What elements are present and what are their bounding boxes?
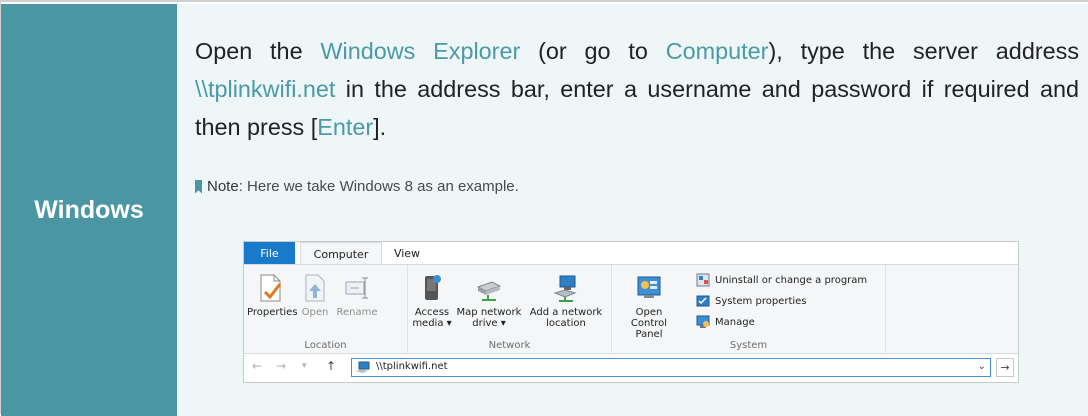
os-label: Windows [34, 195, 144, 224]
forward-button[interactable]: → [276, 359, 286, 373]
programs-icon [696, 273, 710, 287]
server-address-term: \\tplinkwifi.net [195, 76, 336, 102]
tab-view[interactable]: View [384, 242, 430, 265]
uninstall-program-button[interactable]: Uninstall or change a program [696, 273, 867, 287]
windows-explorer-term: Windows Explorer [320, 38, 521, 64]
note-label: Note [207, 178, 239, 195]
add-network-location-label: Add a network [529, 307, 603, 318]
rename-button[interactable]: Rename [335, 273, 379, 318]
instruction-table: Windows Open the Windows Explorer (or go… [0, 0, 1088, 416]
properties-label: Properties [247, 307, 298, 318]
instruction-part: (or go to [520, 38, 666, 64]
rename-label: Rename [336, 307, 378, 318]
address-input[interactable]: \\tplinkwifi.net ⌄ [351, 358, 991, 377]
system-properties-icon [696, 295, 710, 307]
map-network-drive-button[interactable]: Map network drive ▾ [454, 273, 524, 329]
system-properties-button[interactable]: System properties [696, 294, 807, 308]
network-location-icon [553, 275, 577, 302]
open-control-panel-label: Open Control [630, 307, 668, 329]
open-icon [305, 274, 325, 302]
tab-file[interactable]: File [244, 242, 295, 265]
go-button[interactable]: → [996, 358, 1014, 377]
note: Note : Here we take Windows 8 as an exam… [195, 178, 519, 195]
open-label: Open [301, 307, 329, 318]
group-title-system: System [729, 340, 768, 351]
back-button[interactable]: ← [252, 359, 262, 373]
network-drive-icon [476, 281, 502, 301]
add-network-location-label-2: location [546, 318, 586, 329]
ribbon: Properties Open Rename Location Access m… [244, 264, 1018, 354]
instruction-part: Open the [195, 38, 321, 64]
group-title-network: Network [488, 340, 531, 351]
map-network-drive-label: Map network [456, 307, 522, 318]
group-title-location: Location [304, 340, 347, 351]
group-location: Properties Open Rename Location [244, 265, 408, 353]
address-dropdown-icon[interactable]: ⌄ [978, 361, 986, 372]
bookmark-icon [195, 179, 202, 194]
access-media-button[interactable]: Access media ▾ [412, 273, 452, 329]
instruction-cell: Open the Windows Explorer (or go to Comp… [177, 4, 1088, 416]
open-button[interactable]: Open [298, 273, 332, 318]
network-computer-icon [356, 361, 370, 373]
address-bar-row: ← → ▾ ↑ \\tplinkwifi.net ⌄ → [244, 355, 1018, 381]
media-device-icon [425, 275, 441, 300]
group-network: Access media ▾ Map network drive ▾ Add a… [408, 265, 612, 353]
uninstall-program-label: Uninstall or change a program [715, 274, 868, 286]
enter-key-term: Enter [317, 114, 374, 140]
recent-locations-button[interactable]: ▾ [302, 361, 307, 371]
os-cell: Windows [1, 4, 177, 416]
up-button[interactable]: ↑ [326, 359, 336, 373]
manage-button[interactable]: Manage [696, 315, 755, 329]
ribbon-tabbar: File Computer View [244, 242, 1018, 265]
note-text: : Here we take Windows 8 as an example. [238, 178, 519, 195]
instruction-part: ), type the server address [768, 38, 1080, 64]
explorer-window-screenshot: File Computer View Properties Open Renam… [243, 241, 1019, 383]
rename-icon [345, 277, 368, 299]
address-text: \\tplinkwifi.net [376, 361, 448, 372]
access-media-label: Access [414, 307, 450, 318]
system-properties-label: System properties [715, 295, 807, 307]
properties-button[interactable]: Properties [247, 273, 298, 318]
open-control-panel-label-2: Panel [635, 329, 663, 340]
computer-term: Computer [665, 38, 769, 64]
open-control-panel-button[interactable]: Open Control Panel [616, 273, 682, 340]
access-media-label-2: media ▾ [412, 318, 452, 329]
group-system: Open Control Panel Uninstall or change a… [612, 265, 886, 353]
instruction-text: Open the Windows Explorer (or go to Comp… [195, 32, 1079, 146]
properties-icon [260, 274, 282, 302]
map-network-drive-label-2: drive ▾ [472, 318, 506, 329]
instruction-part: ]. [373, 114, 387, 140]
tab-computer[interactable]: Computer [300, 242, 382, 265]
manage-icon [696, 315, 710, 328]
control-panel-icon [637, 276, 661, 298]
add-network-location-button[interactable]: Add a network location [526, 273, 606, 329]
manage-label: Manage [715, 316, 755, 328]
